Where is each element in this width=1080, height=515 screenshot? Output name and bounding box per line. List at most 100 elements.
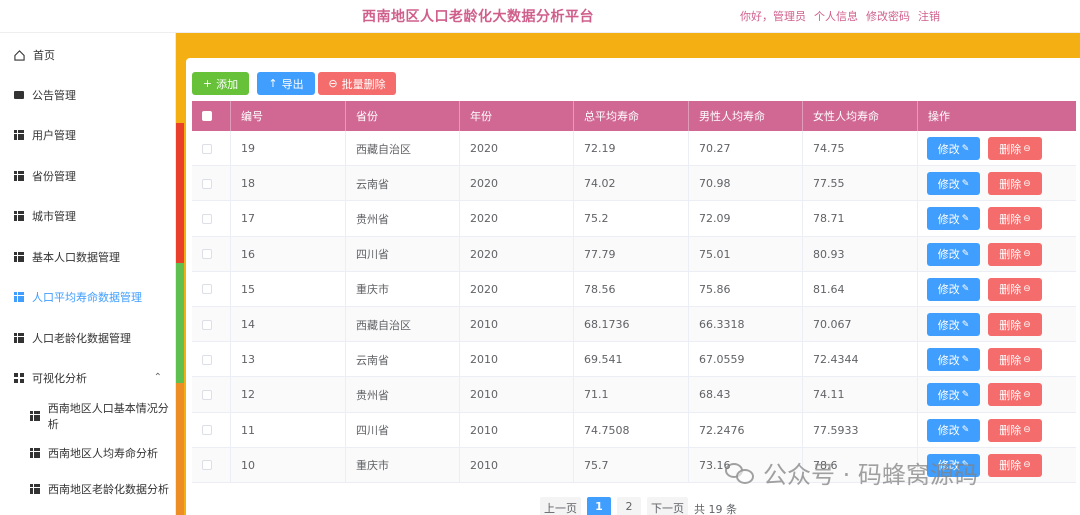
- row-checkbox-cell: [192, 131, 231, 166]
- edit-button[interactable]: 修改 ✎: [927, 277, 980, 301]
- edit-button-label: 修改: [937, 388, 960, 402]
- delete-button-label: 删除: [999, 248, 1022, 262]
- table-cell: 69.541: [574, 342, 689, 378]
- table-cell: 2020: [460, 271, 574, 307]
- delete-button[interactable]: 删除 ⊖: [988, 172, 1042, 196]
- table-row: 16 四川省 2020 77.79 75.01 80.93 修改 ✎ 删除 ⊖: [192, 236, 1076, 272]
- sidebar-item-provinces[interactable]: 省份管理: [0, 156, 176, 196]
- delete-button[interactable]: 删除 ⊖: [988, 277, 1042, 301]
- edit-button[interactable]: 修改 ✎: [927, 313, 980, 336]
- delete-button-label: 删除: [999, 142, 1022, 156]
- page-button[interactable]: 2: [617, 497, 641, 515]
- edit-button[interactable]: 修改 ✎: [927, 453, 980, 477]
- row-checkbox[interactable]: [202, 460, 212, 471]
- row-checkbox-cell: [192, 271, 231, 307]
- edit-button-label: 修改: [937, 283, 960, 297]
- table-cell: 75.2: [574, 201, 689, 237]
- delete-button[interactable]: 删除 ⊖: [988, 137, 1042, 160]
- edit-icon: ✎: [961, 425, 970, 436]
- add-button-label: 添加: [216, 77, 239, 91]
- delete-button-label: 删除: [999, 459, 1022, 473]
- sidebar-item-aging-analysis[interactable]: 西南地区老龄化数据分析: [0, 469, 176, 509]
- column-header: 总平均寿命: [574, 101, 689, 131]
- grid-icon: [14, 373, 24, 383]
- sidebar-item-label: 可视化分析: [32, 372, 87, 385]
- table-cell: 2020: [460, 236, 574, 272]
- page-button[interactable]: 1: [587, 497, 611, 515]
- row-checkbox[interactable]: [202, 143, 212, 154]
- row-checkbox[interactable]: [202, 425, 212, 436]
- sidebar-item-cities[interactable]: 城市管理: [0, 196, 176, 236]
- table-cell: 72.2476: [689, 412, 803, 448]
- edit-button-label: 修改: [937, 248, 960, 262]
- delete-button-label: 删除: [999, 388, 1022, 402]
- delete-button[interactable]: 删除 ⊖: [988, 418, 1042, 442]
- edit-button[interactable]: 修改 ✎: [927, 207, 980, 231]
- table-cell: 75.86: [689, 271, 803, 307]
- profile-link[interactable]: 个人信息: [814, 8, 858, 24]
- table-cell: 11: [231, 412, 346, 448]
- total-count: 共 19 条: [694, 503, 737, 515]
- batch-delete-button[interactable]: ⊖ 批量删除: [318, 72, 396, 95]
- edit-button[interactable]: 修改 ✎: [927, 418, 980, 442]
- edit-button[interactable]: 修改 ✎: [927, 242, 980, 266]
- edit-button[interactable]: 修改 ✎: [927, 172, 980, 196]
- export-button[interactable]: ↑ 导出: [257, 72, 315, 95]
- chat-icon: [14, 91, 24, 99]
- delete-button[interactable]: 删除 ⊖: [988, 383, 1042, 407]
- plus-icon: +: [202, 77, 213, 90]
- sidebar-item-users[interactable]: 用户管理: [0, 115, 176, 155]
- sidebar-item-basic-population[interactable]: 基本人口数据管理: [0, 237, 176, 277]
- sidebar-item-life-expectancy[interactable]: 人口平均寿命数据管理: [0, 277, 176, 317]
- sidebar-item-announcements[interactable]: 公告管理: [0, 75, 176, 115]
- sidebar-item-visualization[interactable]: 可视化分析 ⌃: [0, 358, 176, 398]
- table-cell: 74.02: [574, 166, 689, 202]
- minus-circle-icon: ⊖: [328, 77, 338, 90]
- delete-button[interactable]: 删除 ⊖: [988, 453, 1042, 477]
- row-checkbox[interactable]: [202, 284, 212, 295]
- edit-button-label: 修改: [937, 142, 960, 156]
- next-page-button[interactable]: 下一页: [647, 497, 688, 515]
- delete-button[interactable]: 删除 ⊖: [988, 242, 1042, 266]
- sidebar-item-label: 基本人口数据管理: [32, 251, 120, 264]
- row-checkbox[interactable]: [202, 249, 212, 260]
- sidebar-item-population-analysis[interactable]: 西南地区人口基本情况分析: [0, 396, 176, 436]
- edit-button[interactable]: 修改 ✎: [927, 348, 980, 372]
- table-cell: 云南省: [346, 166, 460, 202]
- row-checkbox[interactable]: [202, 319, 212, 330]
- sidebar-item-aging[interactable]: 人口老龄化数据管理: [0, 318, 176, 358]
- edit-icon: ✎: [961, 178, 970, 189]
- logout-link[interactable]: 注销: [918, 8, 940, 24]
- delete-button[interactable]: 删除 ⊖: [988, 348, 1042, 372]
- row-checkbox[interactable]: [202, 178, 212, 189]
- row-checkbox[interactable]: [202, 389, 212, 400]
- sidebar-item-home[interactable]: 首页: [0, 35, 176, 75]
- edit-button[interactable]: 修改 ✎: [927, 137, 980, 160]
- table-row: 17 贵州省 2020 75.2 72.09 78.71 修改 ✎ 删除 ⊖: [192, 201, 1076, 237]
- table-cell: 15: [231, 271, 346, 307]
- table-cell: 2010: [460, 377, 574, 413]
- table-cell: 72.4344: [803, 342, 918, 378]
- change-password-link[interactable]: 修改密码: [866, 8, 910, 24]
- delete-button[interactable]: 删除 ⊖: [988, 313, 1042, 336]
- table-cell: 68.43: [689, 377, 803, 413]
- prev-page-button[interactable]: 上一页: [540, 497, 581, 515]
- column-header: 年份: [460, 101, 574, 131]
- select-all-checkbox[interactable]: [202, 111, 212, 121]
- arrow-up-icon: ↑: [268, 77, 278, 90]
- table-cell: 81.64: [803, 271, 918, 307]
- row-checkbox-cell: [192, 307, 231, 342]
- row-checkbox[interactable]: [202, 213, 212, 224]
- delete-button[interactable]: 删除 ⊖: [988, 207, 1042, 231]
- add-button[interactable]: + 添加: [192, 72, 249, 95]
- edit-button[interactable]: 修改 ✎: [927, 383, 980, 407]
- table-cell: 重庆市: [346, 447, 460, 483]
- table-cell: 12: [231, 377, 346, 413]
- grid-icon: [14, 171, 24, 181]
- sidebar-item-label: 西南地区人口基本情况分析: [47, 402, 169, 431]
- row-checkbox[interactable]: [202, 354, 212, 365]
- app-title: 西南地区人口老龄化大数据分析平台: [362, 9, 594, 25]
- edit-icon: ✎: [961, 213, 970, 224]
- sidebar-item-life-analysis[interactable]: 西南地区人均寿命分析: [0, 433, 176, 473]
- delete-button-label: 删除: [999, 318, 1022, 332]
